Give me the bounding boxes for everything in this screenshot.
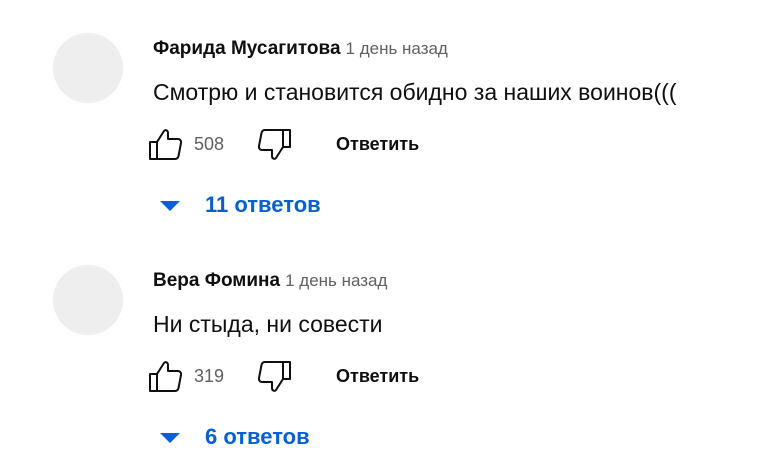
reply-button[interactable]: Ответить (336, 365, 419, 387)
comment-text: Смотрю и становится обидно за наших воин… (153, 79, 677, 105)
caret-down-icon (160, 201, 180, 211)
dislike-button[interactable] (257, 127, 293, 161)
avatar[interactable] (53, 265, 123, 335)
like-button[interactable] (147, 359, 183, 393)
reply-button[interactable]: Ответить (336, 133, 419, 155)
view-replies-button[interactable]: 6 ответов (160, 422, 310, 452)
replies-count-label: 6 ответов (205, 424, 310, 449)
thumbs-down-icon (257, 359, 293, 393)
comment-actions: 319 Ответить (147, 359, 467, 393)
comment-actions: 508 Ответить (147, 127, 467, 161)
comment-text: Ни стыда, ни совести (153, 311, 383, 337)
comment-header: Фарида Мусагитова 1 день назад (153, 38, 448, 61)
author-name[interactable]: Вера Фомина (153, 270, 280, 291)
dislike-button[interactable] (257, 359, 293, 393)
comments-section: Фарида Мусагитова 1 день назад Смотрю и с… (0, 0, 760, 457)
thumbs-down-icon (257, 127, 293, 161)
replies-count-label: 11 ответов (205, 192, 321, 217)
view-replies-button[interactable]: 11 ответов (160, 190, 321, 220)
like-count: 319 (194, 366, 225, 386)
author-name[interactable]: Фарида Мусагитова (153, 38, 341, 59)
like-button[interactable] (147, 127, 183, 161)
avatar[interactable] (53, 33, 123, 103)
like-count: 508 (194, 134, 225, 154)
thumbs-up-icon (147, 359, 183, 393)
thumbs-up-icon (147, 127, 183, 161)
comment-time[interactable]: 1 день назад (346, 39, 448, 58)
comment-header: Вера Фомина 1 день назад (153, 270, 387, 293)
comment-time[interactable]: 1 день назад (285, 271, 387, 290)
caret-down-icon (160, 433, 180, 443)
